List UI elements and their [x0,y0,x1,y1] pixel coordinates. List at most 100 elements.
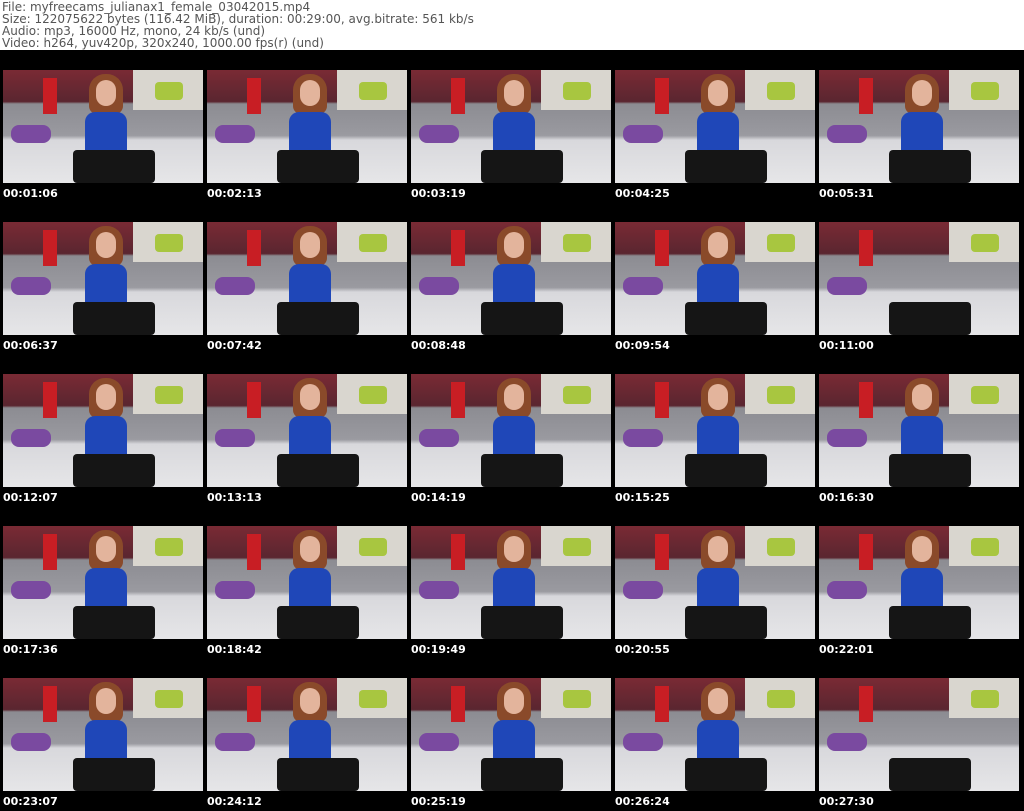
video-frame-thumbnail[interactable] [207,222,407,335]
timestamp: 00:09:54 [615,339,670,352]
red-cloth [247,534,261,570]
face [504,536,524,562]
timestamp: 00:01:06 [3,187,58,200]
laptop [277,606,359,639]
video-frame-thumbnail[interactable] [3,678,203,791]
red-cloth [43,230,57,266]
purple-clothes [623,429,663,447]
laptop [481,150,563,183]
purple-clothes [623,733,663,751]
video-frame-thumbnail[interactable] [411,374,611,487]
video-frame-thumbnail[interactable] [207,70,407,183]
red-cloth [43,686,57,722]
red-cloth [247,686,261,722]
purple-clothes [11,429,51,447]
timestamp: 00:02:13 [207,187,262,200]
video-frame-thumbnail[interactable] [615,678,815,791]
video-frame-thumbnail[interactable] [207,526,407,639]
pillow [971,386,999,404]
thumbnail-cell: 00:07:42 [204,202,408,354]
video-frame-thumbnail[interactable] [207,678,407,791]
timestamp: 00:08:48 [411,339,466,352]
red-cloth [655,78,669,114]
pillow [359,234,387,252]
timestamp: 00:13:13 [207,491,262,504]
thumbnail-cell: 00:27:30 [816,658,1020,810]
laptop [889,606,971,639]
red-cloth [451,230,465,266]
purple-clothes [827,429,867,447]
video-frame-thumbnail[interactable] [3,70,203,183]
laptop [277,302,359,335]
timestamp: 00:05:31 [819,187,874,200]
video-frame-thumbnail[interactable] [3,526,203,639]
thumbnail-cell: 00:22:01 [816,506,1020,658]
thumbnail-cell: 00:15:25 [612,354,816,506]
video-frame-thumbnail[interactable] [411,526,611,639]
face [912,384,932,410]
thumbnail-cell: 00:14:19 [408,354,612,506]
face [708,384,728,410]
video-frame-thumbnail[interactable] [615,374,815,487]
thumbnail-cell: 00:19:49 [408,506,612,658]
laptop [685,454,767,487]
thumbnail-cell: 00:12:07 [0,354,204,506]
pillow [155,690,183,708]
video-frame-thumbnail[interactable] [819,222,1019,335]
face [708,232,728,258]
purple-clothes [215,733,255,751]
video-frame-thumbnail[interactable] [411,678,611,791]
face [300,688,320,714]
thumbnail-cell: 00:13:13 [204,354,408,506]
video-frame-thumbnail[interactable] [615,70,815,183]
pillow [971,690,999,708]
pillow [563,386,591,404]
laptop [277,758,359,791]
thumbnail-cell: 00:20:55 [612,506,816,658]
timestamp: 00:03:19 [411,187,466,200]
video-frame-thumbnail[interactable] [819,70,1019,183]
red-cloth [859,230,873,266]
purple-clothes [11,125,51,143]
video-frame-thumbnail[interactable] [819,374,1019,487]
face [96,384,116,410]
laptop [685,606,767,639]
purple-clothes [215,429,255,447]
thumbnail-cell: 00:09:54 [612,202,816,354]
purple-clothes [623,277,663,295]
timestamp: 00:17:36 [3,643,58,656]
face [504,384,524,410]
pillow [359,386,387,404]
laptop [685,150,767,183]
timestamp: 00:27:30 [819,795,874,808]
thumbnail-cell: 00:23:07 [0,658,204,810]
video-frame-thumbnail[interactable] [207,374,407,487]
video-frame-thumbnail[interactable] [3,222,203,335]
pillow [767,386,795,404]
video-frame-thumbnail[interactable] [615,222,815,335]
purple-clothes [623,125,663,143]
pillow [155,538,183,556]
thumbnail-cell: 00:04:25 [612,50,816,202]
red-cloth [859,686,873,722]
timestamp: 00:06:37 [3,339,58,352]
video-frame-thumbnail[interactable] [411,70,611,183]
timestamp: 00:19:49 [411,643,466,656]
pillow [767,690,795,708]
laptop [73,606,155,639]
thumbnail-cell: 00:24:12 [204,658,408,810]
purple-clothes [827,125,867,143]
face [300,80,320,106]
pillow [563,690,591,708]
purple-clothes [215,277,255,295]
video-frame-thumbnail[interactable] [615,526,815,639]
video-frame-thumbnail[interactable] [3,374,203,487]
laptop [889,454,971,487]
red-cloth [43,382,57,418]
face [300,232,320,258]
red-cloth [859,382,873,418]
timestamp: 00:14:19 [411,491,466,504]
video-frame-thumbnail[interactable] [819,526,1019,639]
video-frame-thumbnail[interactable] [819,678,1019,791]
video-frame-thumbnail[interactable] [411,222,611,335]
